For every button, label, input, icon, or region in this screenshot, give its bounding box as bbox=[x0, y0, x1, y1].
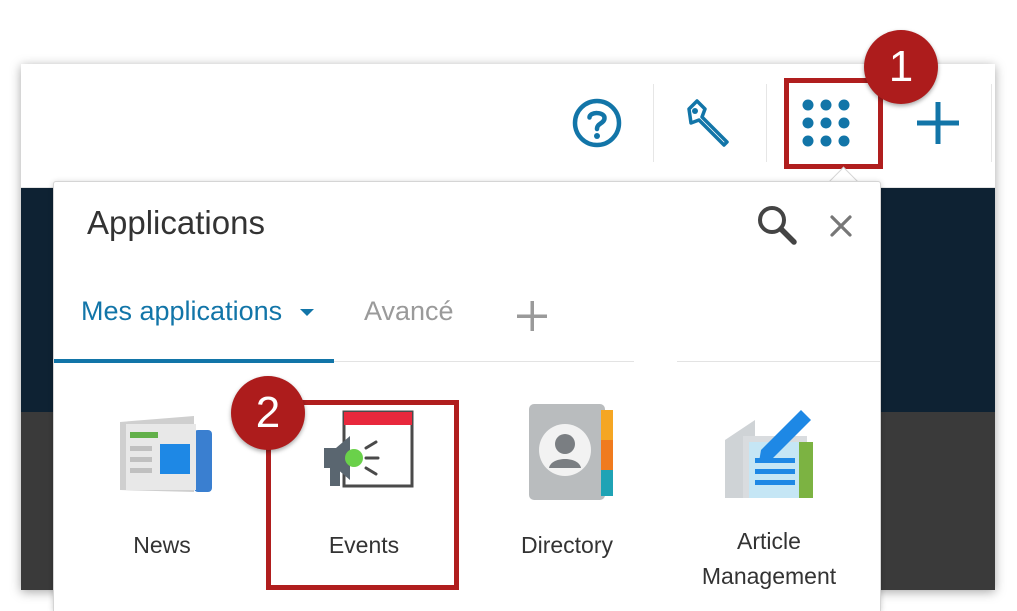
panel-search-button[interactable] bbox=[754, 202, 800, 248]
toolbar-separator bbox=[766, 84, 767, 162]
callout-badge-1: 1 bbox=[864, 30, 938, 104]
wrench-icon bbox=[687, 99, 729, 147]
directory-icon bbox=[529, 404, 613, 500]
app-tile-directory[interactable]: Directory bbox=[467, 402, 667, 602]
close-icon bbox=[830, 215, 852, 237]
tab-label: Mes applications bbox=[81, 296, 283, 326]
chevron-down-icon bbox=[299, 308, 314, 316]
callout-badge-2: 2 bbox=[231, 376, 305, 450]
highlight-box-applications bbox=[784, 78, 883, 169]
plus-icon bbox=[517, 301, 547, 331]
help-button[interactable] bbox=[569, 88, 625, 158]
toolbar-separator bbox=[653, 84, 654, 162]
app-label: News bbox=[133, 532, 191, 558]
article-management-icon bbox=[725, 410, 813, 498]
help-circle-icon bbox=[572, 98, 622, 148]
panel-title: Applications bbox=[87, 204, 265, 241]
add-tab-button[interactable] bbox=[514, 298, 550, 334]
search-icon bbox=[758, 206, 797, 245]
plus-icon bbox=[917, 102, 959, 144]
active-tab-indicator bbox=[54, 359, 334, 363]
tab-divider bbox=[677, 361, 880, 362]
tab-divider bbox=[334, 361, 634, 362]
applications-panel: Applications Mes applications Avancé New… bbox=[53, 181, 881, 611]
tab-avance[interactable]: Avancé bbox=[364, 296, 454, 327]
news-icon bbox=[120, 416, 212, 492]
tools-button[interactable] bbox=[681, 88, 737, 158]
app-tile-article-management[interactable]: Article Management bbox=[669, 402, 869, 602]
panel-close-button[interactable] bbox=[821, 206, 861, 246]
toolbar-separator bbox=[991, 84, 992, 162]
app-tile-news[interactable]: News bbox=[62, 402, 262, 602]
tab-mes-applications[interactable]: Mes applications bbox=[81, 296, 316, 327]
app-label: Article Management bbox=[701, 528, 837, 589]
app-label: Directory bbox=[520, 532, 613, 558]
